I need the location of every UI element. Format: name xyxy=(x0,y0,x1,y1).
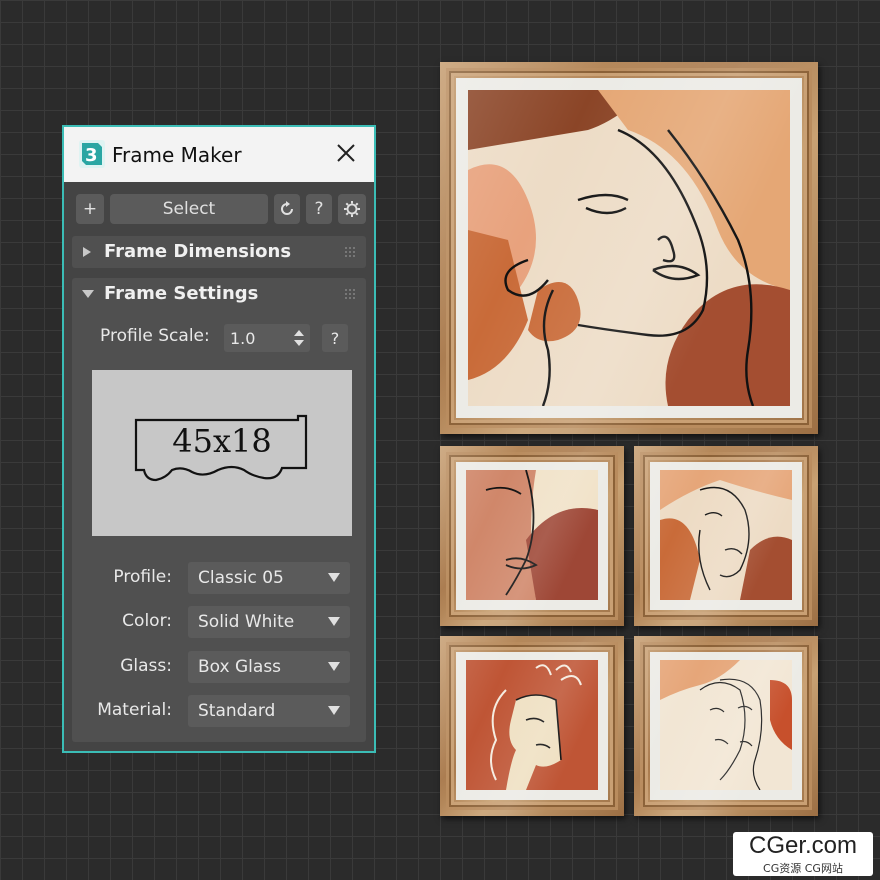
add-icon: + xyxy=(82,199,98,219)
profile-label: Profile: xyxy=(113,567,172,587)
line-art-face-image xyxy=(468,90,790,406)
refresh-button[interactable] xyxy=(274,194,300,224)
rollout-title: Frame Dimensions xyxy=(104,241,292,262)
material-value: Standard xyxy=(198,701,276,721)
line-art-face-image xyxy=(660,660,792,790)
line-art-face-image xyxy=(660,470,792,600)
expand-arrow-icon xyxy=(83,247,91,257)
rollout-frame-settings: Frame Settings Profile Scale: 1.0 ? 45x1… xyxy=(72,278,366,742)
select-button[interactable]: Select xyxy=(110,194,268,224)
artwork-face-small-1 xyxy=(466,470,598,600)
help-icon: ? xyxy=(330,328,340,348)
help-icon: ? xyxy=(314,199,324,219)
profile-scale-label: Profile Scale: xyxy=(100,326,210,346)
close-icon xyxy=(337,144,355,162)
svg-text:3: 3 xyxy=(85,145,98,166)
profile-preview-text: 45x18 xyxy=(172,422,272,460)
line-art-face-image xyxy=(466,470,598,600)
profile-scale-value: 1.0 xyxy=(230,329,256,348)
select-button-label: Select xyxy=(162,199,216,219)
artwork-face-small-3 xyxy=(466,660,598,790)
settings-button[interactable] xyxy=(338,194,366,224)
color-label: Color: xyxy=(122,611,172,631)
picture-frame-small-3 xyxy=(440,636,624,816)
profile-value: Classic 05 xyxy=(198,568,284,588)
glass-value: Box Glass xyxy=(198,657,282,677)
3ds-max-icon: 3 xyxy=(79,140,105,168)
grip-icon[interactable] xyxy=(344,288,356,300)
picture-frame-small-2 xyxy=(634,446,818,626)
profile-scale-spinner[interactable]: 1.0 xyxy=(224,324,310,352)
glass-dropdown[interactable]: Box Glass xyxy=(188,651,350,683)
chevron-down-icon xyxy=(328,662,340,671)
color-value: Solid White xyxy=(198,612,295,632)
rollout-frame-dimensions: Frame Dimensions xyxy=(72,236,366,268)
gear-icon xyxy=(344,201,360,217)
add-button[interactable]: + xyxy=(76,194,104,224)
watermark-subtitle: CG资源 CG网站 xyxy=(763,862,843,875)
chevron-down-icon xyxy=(328,573,340,582)
material-dropdown[interactable]: Standard xyxy=(188,695,350,727)
color-dropdown[interactable]: Solid White xyxy=(188,606,350,638)
title-bar: 3 Frame Maker xyxy=(64,127,374,182)
glass-label: Glass: xyxy=(120,656,172,676)
profile-scale-help-button[interactable]: ? xyxy=(322,324,348,352)
picture-frame-small-4 xyxy=(634,636,818,816)
close-button[interactable] xyxy=(332,139,360,167)
artwork-face-large xyxy=(468,90,790,406)
grip-icon[interactable] xyxy=(344,246,356,258)
artwork-face-small-4 xyxy=(660,660,792,790)
chevron-down-icon xyxy=(328,706,340,715)
rollout-frame-settings-header[interactable]: Frame Settings xyxy=(72,278,366,310)
profile-dropdown[interactable]: Classic 05 xyxy=(188,562,350,594)
spinner-arrows-icon[interactable] xyxy=(294,330,304,346)
watermark: CGer.com CG资源 CG网站 xyxy=(733,832,873,876)
refresh-icon xyxy=(281,201,293,215)
window-title: Frame Maker xyxy=(112,143,242,167)
profile-preview: 45x18 xyxy=(92,370,352,536)
collapse-arrow-icon xyxy=(82,290,94,298)
watermark-logo: CGer.com xyxy=(748,832,858,859)
toolbar: + Select ? xyxy=(76,194,366,224)
chevron-down-icon xyxy=(328,617,340,626)
picture-frame-large xyxy=(440,62,818,434)
rollout-frame-dimensions-header[interactable]: Frame Dimensions xyxy=(72,236,366,268)
help-button[interactable]: ? xyxy=(306,194,332,224)
artwork-face-small-2 xyxy=(660,470,792,600)
picture-frame-small-1 xyxy=(440,446,624,626)
line-art-face-image xyxy=(466,660,598,790)
material-label: Material: xyxy=(97,700,172,720)
frame-maker-panel: 3 Frame Maker + Select ? Frame Dimension… xyxy=(62,125,376,753)
rollout-title: Frame Settings xyxy=(104,283,259,304)
